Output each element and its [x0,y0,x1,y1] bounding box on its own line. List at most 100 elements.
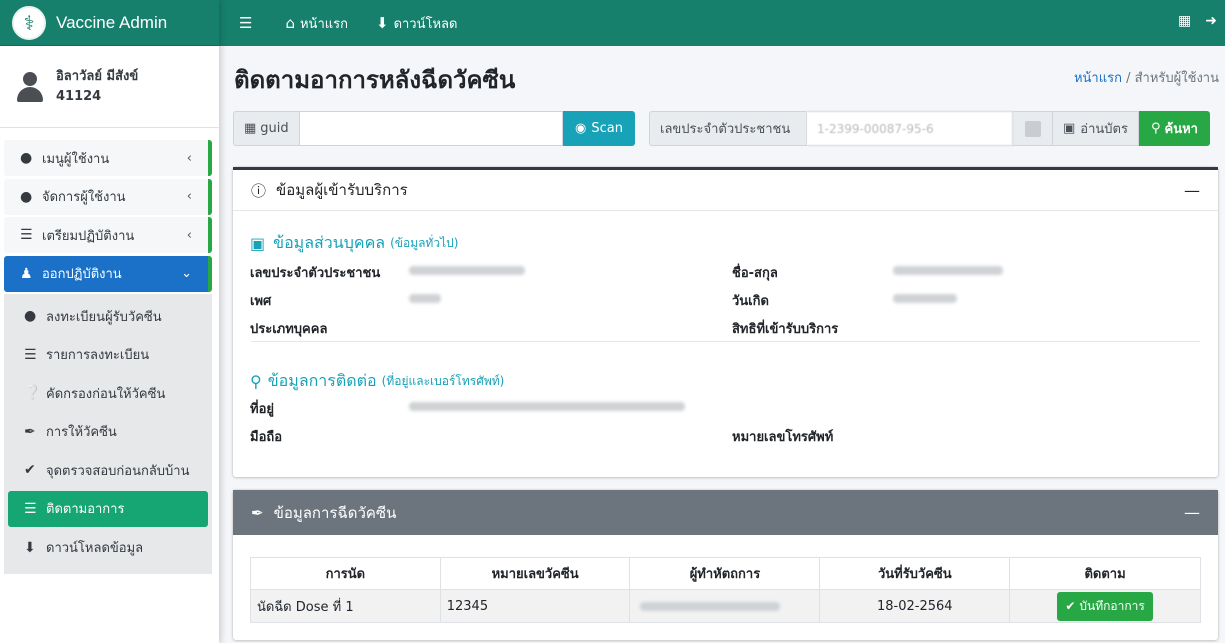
list-icon: ☰ [24,346,37,363]
search-button[interactable]: ⚲ ค้นหา [1138,111,1210,146]
breadcrumb: หน้าแรก / สำหรับผู้ใช้งาน [1073,71,1219,86]
sidebar-item-label: จัดการผู้ใช้งาน [42,190,126,205]
user-icon: ● [20,150,33,166]
vaccine-number-cell: 12345 [439,589,631,623]
download-icon: ⬇ [24,539,36,556]
contact-section-subtitle: (ที่อยู่และเบอร์โทรศัพท์) [381,374,505,388]
sidebar-item-manage-users[interactable]: ● จัดการผู้ใช้งาน ‹ [4,178,212,215]
sidebar-item-label: คัดกรองก่อนให้วัคซีน [46,386,166,402]
operator-value-redacted [640,601,781,611]
column-header: ติดตาม [1009,557,1201,590]
sidebar-item-operate[interactable]: ♟ ออกปฏิบัติงาน ⌄ [4,255,212,292]
sidebar-item-download[interactable]: ⬇ ดาวน์โหลดข้อมูล [8,530,208,566]
scan-label: Scan [591,121,623,136]
cid-checkbox-addon[interactable] [1013,111,1053,146]
cid-search-group: เลขประจำตัวประชาชน 1-2399-00087-95-6 ▣ อ… [649,111,1220,146]
user-edit-icon: ● [24,308,37,324]
brand[interactable]: ⚕ Vaccine Admin [0,0,219,46]
chevron-down-icon: ⌄ [181,266,192,281]
hospital-user-icon: ♟ [20,265,33,282]
sidebar-item-screening[interactable]: ❔ คัดกรองก่อนให้วัคซีน [8,375,208,411]
topbar-home-label: หน้าแรก [299,16,348,32]
date-cell: 18-02-2564 [819,589,1011,623]
home-icon: ⌂ [285,14,295,32]
sidebar-item-register[interactable]: ● ลงทะเบียนผู้รับวัคซีน [8,298,208,334]
sidebar-item-label: เมนูผู้ใช้งาน [42,151,110,167]
sidebar-item-register-list[interactable]: ☰ รายการลงทะเบียน [8,337,208,373]
topbar-home-link[interactable]: ⌂ หน้าแรก [285,13,348,34]
topbar-download-link[interactable]: ⬇ ดาวน์โหลด [376,13,457,34]
sidebar-subnav: ● ลงทะเบียนผู้รับวัคซีน ☰ รายการลงทะเบีย… [4,294,212,575]
divider [251,341,1200,342]
info-circle-icon: ⓘ [251,181,267,200]
id-card-icon: ▣ [250,234,266,253]
collapse-icon[interactable]: — [1184,181,1200,200]
search-label: ค้นหา [1164,122,1198,137]
sidebar-nav: ● เมนูผู้ใช้งาน ‹ ● จัดการผู้ใช้งาน ‹ ☰ … [4,140,212,575]
appointment-cell: นัดฉีด Dose ที่ 1 [250,589,441,623]
sex-value-redacted [409,294,441,303]
topbar-download-label: ดาวน์โหลด [393,16,458,32]
cid-label: เลขประจำตัวประชาชน [250,266,381,281]
collapse-icon[interactable]: — [1184,503,1200,522]
sidebar-item-followup[interactable]: ☰ ติดตามอาการ [8,490,208,527]
breadcrumb-current: สำหรับผู้ใช้งาน [1134,71,1219,86]
sex-label: เพศ [250,294,272,309]
cid-input[interactable]: 1-2399-00087-95-6 [807,111,1013,146]
topbar: ☰ ⌂ หน้าแรก ⬇ ดาวน์โหลด ▦ ➜ [219,0,1225,46]
name-value-redacted [893,266,1003,275]
bars-icon: ☰ [239,14,253,32]
download-icon: ⬇ [375,14,389,32]
personal-section-subtitle: (ข้อมูลทั่วไป) [390,236,459,250]
check-circle-icon: ✔ [24,462,36,479]
read-card-button[interactable]: ▣ อ่านบัตร [1053,111,1139,146]
scan-button[interactable]: ◉ Scan [563,111,635,146]
avatar [16,71,44,102]
service-right-label: สิทธิที่เข้ารับบริการ [732,322,839,337]
sidebar-item-prepare[interactable]: ☰ เตรียมปฏิบัติงาน ‹ [4,217,212,253]
id-badge-icon[interactable]: ▦ [1178,13,1191,29]
sign-out-icon[interactable]: ➜ [1205,13,1217,29]
search-icon: ⚲ [1150,121,1161,136]
address-value-redacted [409,402,685,411]
column-header: วันที่รับวัคซีน [819,557,1011,590]
column-header: การนัด [250,557,441,590]
sidebar-item-checkpoint[interactable]: ✔ จุดตรวจสอบก่อนกลับบ้าน [8,452,208,488]
client-card-header: ⓘ ข้อมูลผู้เข้ารับบริการ — [233,167,1218,211]
record-symptoms-button[interactable]: ✔ บันทึกอาการ [1057,591,1153,621]
record-symptoms-label: บันทึกอาการ [1079,598,1145,613]
checkbox[interactable] [1024,120,1041,137]
sidebar-item-user-menu[interactable]: ● เมนูผู้ใช้งาน ‹ [4,140,212,176]
camera-icon: ◉ [575,121,587,136]
vaccination-card-title: ข้อมูลการฉีดวัคซีน [273,503,397,522]
user-panel[interactable]: อิลาวัลย์ มีสังข์ 41124 [0,46,219,128]
map-pin-icon: ⚲ [250,372,262,391]
sidebar-item-label: ติดตามอาการ [46,502,125,518]
dob-value-redacted [893,294,957,303]
guid-search-group: ▦ guid ◉ Scan [233,111,635,146]
dob-label: วันเกิด [732,294,769,309]
phone-label: หมายเลขโทรศัพท์ [732,430,834,445]
sidebar-item-label: จุดตรวจสอบก่อนกลับบ้าน [46,463,190,479]
guid-input[interactable] [299,111,564,146]
qrcode-icon: ▦ [244,121,257,136]
personal-section-title: ▣ ข้อมูลส่วนบุคคล (ข้อมูลทั่วไป) [250,233,459,253]
page-title: ติดตามอาการหลังฉีดวัคซีน [234,67,516,94]
column-header: ผู้ทำหัตถการ [629,557,821,590]
brand-title: Vaccine Admin [56,12,168,32]
sidebar-item-label: การให้วัคซีน [46,425,117,441]
person-type-label: ประเภทบุคคล [250,322,328,337]
user-edit-icon: ● [20,188,33,205]
address-label: ที่อยู่ [250,402,274,417]
breadcrumb-home-link[interactable]: หน้าแรก [1074,71,1122,86]
sidebar-item-label: รายการลงทะเบียน [46,348,150,364]
hamburger-button[interactable]: ☰ [239,14,257,32]
sidebar: ⚕ Vaccine Admin อิลาวัลย์ มีสังข์ 41124 … [0,0,219,643]
list-icon: ☰ [20,227,33,243]
guid-label: guid [260,121,289,136]
sidebar-item-vaccinate[interactable]: ✒ การให้วัคซีน [8,414,208,450]
syringe-icon: ✒ [251,503,264,522]
user-id: 41124 [56,88,102,104]
client-info-card: ⓘ ข้อมูลผู้เข้ารับบริการ — ▣ ข้อมูลส่วนบ… [233,167,1218,477]
cid-label: เลขประจำตัวประชาชน [649,111,807,146]
